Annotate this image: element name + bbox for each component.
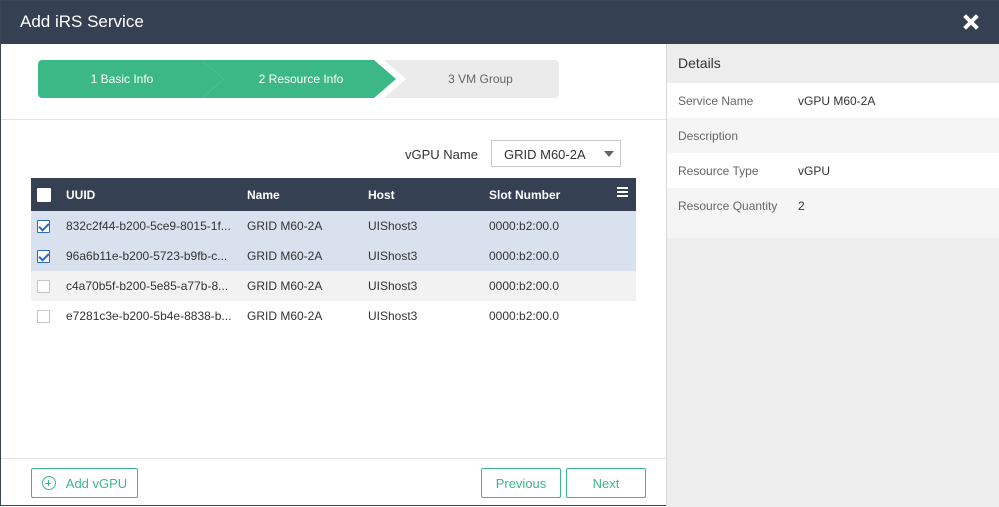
dialog-titlebar: Add iRS Service: [1, 1, 999, 44]
main-panel: 1 Basic Info 2 Resource Info 3 VM Group …: [1, 44, 666, 507]
close-icon[interactable]: [961, 12, 981, 32]
add-irs-service-dialog: Add iRS Service 1 Basic Info 2 Resource …: [0, 0, 999, 507]
table-row[interactable]: e7281c3e-b200-5b4e-8838-b... GRID M60-2A…: [31, 301, 636, 331]
host-cell: UIShost3: [368, 279, 418, 293]
wizard-steps: 1 Basic Info 2 Resource Info 3 VM Group: [38, 60, 559, 98]
detail-label: Resource Type: [678, 164, 759, 178]
name-cell: GRID M60-2A: [247, 249, 323, 263]
next-label: Next: [592, 475, 620, 491]
table-header: UUID Name Host Slot Number: [31, 178, 636, 211]
detail-row-service-name: Service Name vGPU M60-2A: [667, 83, 999, 118]
column-header-slot-number[interactable]: Slot Number: [489, 178, 609, 211]
column-header-name[interactable]: Name: [247, 178, 362, 211]
table-row[interactable]: 96a6b11e-b200-5723-b9fb-c... GRID M60-2A…: [31, 241, 636, 271]
slot-cell: 0000:b2:00.0: [489, 279, 560, 293]
step-label: 3 VM Group: [448, 72, 513, 86]
step-vm-group[interactable]: 3 VM Group: [384, 60, 559, 98]
name-cell: GRID M60-2A: [247, 279, 323, 293]
detail-label: Resource Quantity: [678, 199, 778, 213]
table-row[interactable]: c4a70b5f-b200-5e85-a77b-8... GRID M60-2A…: [31, 271, 636, 301]
name-cell: GRID M60-2A: [247, 219, 323, 233]
uuid-cell: 96a6b11e-b200-5723-b9fb-c...: [66, 249, 228, 263]
detail-row-description: Description: [667, 118, 999, 153]
caret-down-icon: [604, 151, 614, 157]
detail-row-resource-quantity: Resource Quantity 2: [667, 188, 999, 238]
vgpu-name-selected: GRID M60-2A: [504, 147, 586, 162]
divider: [1, 119, 666, 120]
detail-label: Service Name: [678, 94, 754, 108]
detail-value: vGPU: [798, 164, 831, 178]
step-resource-info[interactable]: 2 Resource Info: [202, 60, 396, 98]
slot-cell: 0000:b2:00.0: [489, 219, 560, 233]
column-header-uuid[interactable]: UUID: [66, 178, 240, 211]
divider: [1, 458, 666, 459]
step-label: 1 Basic Info: [90, 72, 154, 86]
dialog-title: Add iRS Service: [20, 12, 144, 31]
row-checkbox[interactable]: [37, 249, 50, 263]
vgpu-name-select[interactable]: GRID M60-2A: [491, 140, 621, 167]
step-basic-info[interactable]: 1 Basic Info: [38, 60, 224, 98]
uuid-cell: e7281c3e-b200-5b4e-8838-b...: [66, 309, 232, 323]
details-panel: Details Service Name vGPU M60-2A Descrip…: [666, 44, 999, 507]
row-checkbox[interactable]: [37, 219, 50, 233]
row-checkbox[interactable]: [37, 309, 50, 323]
plus-circle-icon: [41, 476, 56, 490]
detail-label: Description: [678, 129, 739, 143]
select-all-checkbox[interactable]: [37, 187, 51, 202]
host-cell: UIShost3: [368, 219, 418, 233]
column-menu-icon[interactable]: [617, 187, 628, 197]
add-vgpu-label: Add vGPU: [65, 475, 128, 491]
detail-row-resource-type: Resource Type vGPU: [667, 153, 999, 188]
previous-label: Previous: [495, 475, 547, 491]
uuid-cell: 832c2f44-b200-5ce9-8015-1f...: [66, 219, 231, 233]
next-button[interactable]: Next: [566, 468, 646, 498]
step-label: 2 Resource Info: [258, 72, 344, 86]
vgpu-name-label: vGPU Name: [405, 147, 478, 162]
detail-value: 2: [798, 199, 805, 213]
row-checkbox[interactable]: [37, 279, 50, 293]
host-cell: UIShost3: [368, 309, 418, 323]
detail-value: vGPU M60-2A: [798, 94, 876, 108]
slot-cell: 0000:b2:00.0: [489, 249, 560, 263]
previous-button[interactable]: Previous: [481, 468, 561, 498]
details-title: Details: [667, 44, 999, 83]
vgpu-table: UUID Name Host Slot Number 832c2f44-b200…: [31, 178, 636, 331]
add-vgpu-button[interactable]: Add vGPU: [31, 468, 138, 498]
table-row[interactable]: 832c2f44-b200-5ce9-8015-1f... GRID M60-2…: [31, 211, 636, 241]
host-cell: UIShost3: [368, 249, 418, 263]
uuid-cell: c4a70b5f-b200-5e85-a77b-8...: [66, 279, 229, 293]
column-header-host[interactable]: Host: [368, 178, 483, 211]
name-cell: GRID M60-2A: [247, 309, 323, 323]
slot-cell: 0000:b2:00.0: [489, 309, 560, 323]
